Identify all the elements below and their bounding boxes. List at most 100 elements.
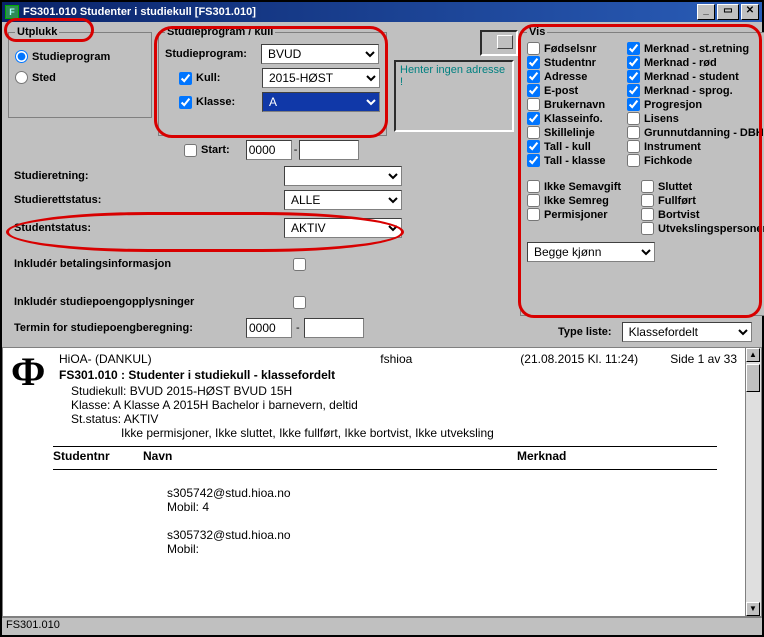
start-label: Start:	[201, 144, 230, 156]
studiepoeng-checkbox[interactable]	[293, 296, 306, 309]
report-pane: Ф HiOA- (DANKUL) fshioa (21.08.2015 Kl. …	[2, 347, 762, 617]
kull-label: Kull:	[196, 72, 262, 84]
vis-option: Lisens	[627, 112, 759, 125]
maximize-button[interactable]: ▭	[717, 4, 739, 20]
report-datetime: (21.08.2015 Kl. 11:24)	[520, 352, 670, 366]
col-merknad: Merknad	[517, 449, 717, 463]
row-epost: s305742@stud.hioa.no	[167, 486, 737, 500]
vis-option: Studentnr	[527, 56, 623, 69]
vis-option-label: E-post	[544, 85, 578, 97]
vis-checkbox[interactable]	[627, 140, 640, 153]
vis-checkbox[interactable]	[627, 70, 640, 83]
vis-checkbox[interactable]	[641, 222, 654, 235]
vis-option-label: Sluttet	[658, 181, 692, 193]
vis-checkbox[interactable]	[527, 154, 540, 167]
minimize-button[interactable]: _	[697, 4, 715, 20]
studierettstatus-label: Studierettstatus:	[14, 194, 144, 206]
report-sys: fshioa	[380, 352, 520, 366]
vis-checkbox[interactable]	[627, 126, 640, 139]
radio-studieprogram[interactable]	[15, 50, 28, 63]
studierettstatus-select[interactable]: ALLE	[284, 190, 402, 210]
vis-option-label: Skillelinje	[544, 127, 595, 139]
studieprogram-label: Studieprogram:	[165, 48, 255, 60]
vis-option: Merknad - rød	[627, 56, 759, 69]
vis-option: Ikke Semavgift	[527, 180, 637, 193]
vis-option: Ikke Semreg	[527, 194, 637, 207]
kjonn-select[interactable]: Begge kjønn	[527, 242, 655, 262]
vis-checkbox[interactable]	[641, 194, 654, 207]
betaling-checkbox[interactable]	[293, 258, 306, 271]
studentstatus-select[interactable]: AKTIV	[284, 218, 402, 238]
vis-checkbox[interactable]	[627, 84, 640, 97]
vis-checkbox[interactable]	[527, 194, 540, 207]
close-button[interactable]: ✕	[741, 4, 759, 20]
type-liste-select[interactable]: Klassefordelt	[622, 322, 752, 342]
vis-checkbox[interactable]	[527, 208, 540, 221]
vis-option: Progresjon	[627, 98, 759, 111]
report-filter-line: Ikke permisjoner, Ikke sluttet, Ikke ful…	[121, 426, 737, 440]
report-heading: FS301.010 : Studenter i studiekull - kla…	[11, 368, 737, 382]
vis-option-label: Tall - klasse	[544, 155, 606, 167]
vis-option: Merknad - student	[627, 70, 759, 83]
scrollbar-vertical[interactable]: ▲ ▼	[745, 348, 761, 616]
radio-sted[interactable]	[15, 71, 28, 84]
vis-option: Permisjoner	[527, 208, 637, 221]
vis-option-label: Ikke Semreg	[544, 195, 609, 207]
vis-checkbox[interactable]	[527, 180, 540, 193]
vis-checkbox[interactable]	[627, 42, 640, 55]
mini-toolbar[interactable]	[480, 30, 518, 56]
termin-year-input[interactable]	[246, 318, 292, 338]
vis-option: Bortvist	[641, 208, 761, 221]
vis-checkbox[interactable]	[627, 112, 640, 125]
vis-checkbox[interactable]	[527, 112, 540, 125]
klasse-label: Klasse:	[196, 96, 262, 108]
vis-option-label: Merknad - st.retning	[644, 43, 749, 55]
kull-select[interactable]: 2015-HØST	[262, 68, 380, 88]
report-logo: Ф	[11, 352, 51, 396]
vis-option-label: Instrument	[644, 141, 701, 153]
klasse-select[interactable]: A	[262, 92, 380, 112]
vis-checkbox[interactable]	[527, 56, 540, 69]
studentstatus-label: Studentstatus:	[14, 222, 144, 234]
vis-option-label: Merknad - sprog.	[644, 85, 733, 97]
vis-option: Utvekslingspersoner	[641, 222, 761, 235]
vis-option: Klasseinfo.	[527, 112, 623, 125]
kull-checkbox[interactable]	[179, 72, 192, 85]
vis-option: Sluttet	[641, 180, 761, 193]
vis-checkbox[interactable]	[641, 180, 654, 193]
vis-checkbox[interactable]	[527, 42, 540, 55]
vis-checkbox[interactable]	[527, 126, 540, 139]
scroll-down-button[interactable]: ▼	[746, 602, 760, 616]
vis-checkbox[interactable]	[627, 154, 640, 167]
vis-checkbox[interactable]	[527, 98, 540, 111]
vis-option: Merknad - st.retning	[627, 42, 759, 55]
vis-checkbox[interactable]	[627, 56, 640, 69]
studieprogram-select[interactable]: BVUD	[261, 44, 379, 64]
vis-checkbox[interactable]	[527, 84, 540, 97]
row-mobil: Mobil: 4	[167, 500, 737, 514]
vis-option-label: Lisens	[644, 113, 679, 125]
vis-option: Brukernavn	[527, 98, 623, 111]
vis-checkbox[interactable]	[641, 208, 654, 221]
start-year-input[interactable]	[246, 140, 292, 160]
radio-studieprogram-label: Studieprogram	[32, 51, 110, 63]
vis-option: Adresse	[527, 70, 623, 83]
klasse-checkbox[interactable]	[179, 96, 192, 109]
start-checkbox[interactable]	[184, 144, 197, 157]
vis-option-label: Fødselsnr	[544, 43, 597, 55]
start-term-input[interactable]	[299, 140, 359, 160]
report-org: HiOA- (DANKUL)	[59, 352, 380, 366]
scroll-thumb[interactable]	[746, 364, 760, 392]
scroll-up-button[interactable]: ▲	[746, 348, 760, 362]
studieretning-select[interactable]	[284, 166, 402, 186]
report-klasse-line: Klasse: A Klasse A 2015H Bachelor i barn…	[71, 398, 737, 412]
vis-checkbox[interactable]	[527, 140, 540, 153]
termin-term-input[interactable]	[304, 318, 364, 338]
vis-checkbox[interactable]	[527, 70, 540, 83]
spkull-legend: Studieprogram / kull	[165, 26, 275, 38]
vis-option: Fødselsnr	[527, 42, 623, 55]
col-navn: Navn	[143, 449, 517, 463]
vis-option-label: Grunnutdanning - DBH	[644, 127, 764, 139]
vis-option: Skillelinje	[527, 126, 623, 139]
vis-checkbox[interactable]	[627, 98, 640, 111]
